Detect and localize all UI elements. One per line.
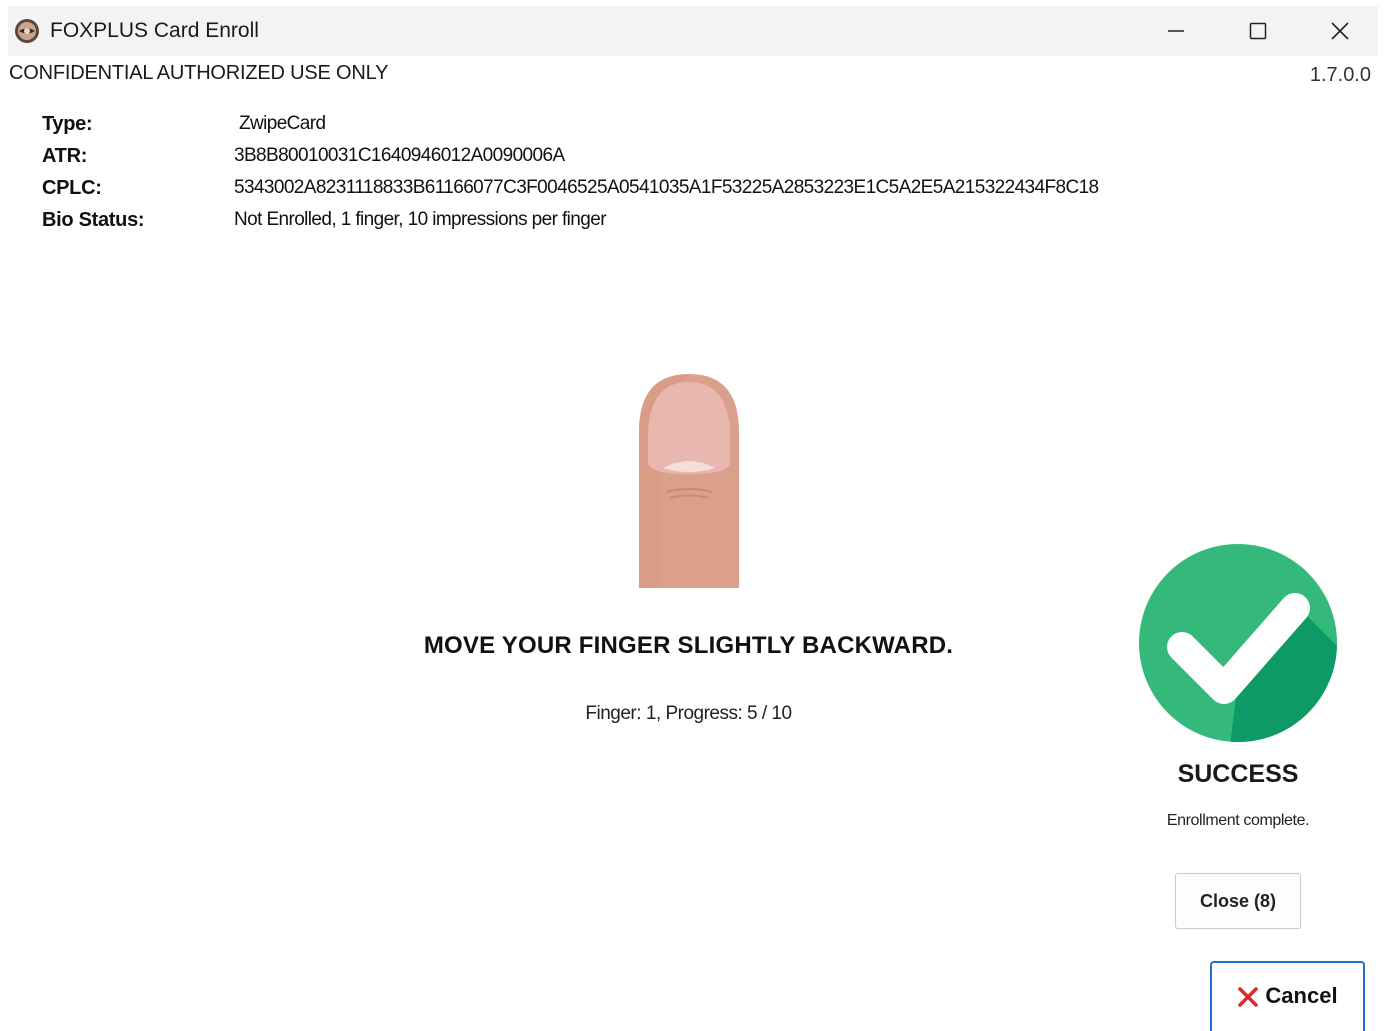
- cancel-label: Cancel: [1265, 983, 1338, 1008]
- bio-status-value: Not Enrolled, 1 finger, 10 impressions p…: [234, 209, 607, 230]
- confidential-notice: CONFIDENTIAL AUTHORIZED USE ONLY: [9, 62, 389, 84]
- cplc-label: CPLC:: [42, 177, 102, 199]
- title-bar[interactable]: FOXPLUS Card Enroll: [8, 6, 1378, 56]
- close-window-button[interactable]: [1299, 6, 1381, 56]
- minimize-icon: [1168, 30, 1184, 32]
- window-title: FOXPLUS Card Enroll: [50, 19, 259, 42]
- type-value: ZwipeCard: [239, 113, 326, 134]
- maximize-icon: [1249, 22, 1267, 40]
- minimize-button[interactable]: [1135, 6, 1217, 56]
- maximize-button[interactable]: [1217, 6, 1299, 56]
- finger-icon: [639, 374, 739, 588]
- fox-seal-icon: [15, 19, 39, 43]
- result-message: Enrollment complete.: [1166, 812, 1310, 829]
- atr-value: 3B8B80010031C1640946012A0090006A: [234, 145, 565, 166]
- version-label: 1.7.0.0: [1309, 64, 1371, 86]
- result-title: SUCCESS: [1177, 760, 1299, 788]
- type-label: Type:: [42, 113, 93, 135]
- x-icon: [1238, 987, 1259, 1007]
- app-window: FOXPLUS Card Enroll CONFIDENTIAL AUTHORI…: [0, 0, 1387, 1031]
- bio-status-label: Bio Status:: [42, 209, 145, 231]
- checkmark-circle-icon: [1139, 544, 1337, 742]
- close-button[interactable]: Close (8): [1175, 873, 1301, 929]
- cplc-value: 5343002A8231118833B61166077C3F0046525A05…: [234, 177, 1099, 198]
- cancel-button[interactable]: Cancel: [1210, 961, 1365, 1031]
- atr-label: ATR:: [42, 145, 88, 167]
- close-icon: [1331, 22, 1349, 40]
